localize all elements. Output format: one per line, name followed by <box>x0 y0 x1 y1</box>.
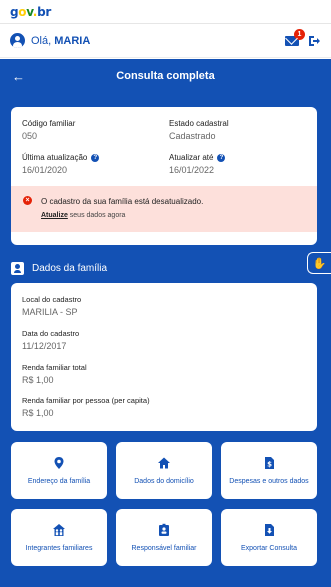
error-icon: × <box>23 196 32 205</box>
tile-integrantes[interactable]: Integrantes familiares <box>11 509 107 566</box>
help-icon[interactable]: ? <box>217 153 226 162</box>
tile-despesas[interactable]: $ Despesas e outros dados <box>221 442 317 499</box>
atualizar-ate-field: Atualizar até? 16/01/2022 <box>169 153 226 175</box>
dollar-file-icon: $ <box>265 457 274 469</box>
estado-cadastral-field: Estado cadastral Cadastrado <box>169 119 229 141</box>
gov-topbar: gov.br <box>0 0 331 24</box>
govbr-logo[interactable]: gov.br <box>10 5 51 19</box>
tile-endereco-familia[interactable]: Endereço da família <box>11 442 107 499</box>
section-title: Dados da família <box>32 262 108 274</box>
logout-icon[interactable] <box>307 34 321 48</box>
codigo-familiar-field: Código familiar 050 <box>22 119 76 141</box>
notification-badge: 1 <box>294 28 305 40</box>
family-data-card: Local do cadastro MARILIA - SP Data do c… <box>11 283 317 431</box>
tile-responsavel[interactable]: Responsável familiar <box>116 509 212 566</box>
home-icon <box>158 457 170 469</box>
page-title: Consulta completa <box>116 70 215 82</box>
help-icon[interactable]: ? <box>91 153 100 162</box>
page-header: ← Consulta completa <box>0 59 331 93</box>
tile-dados-domicilio[interactable]: Dados do domicílio <box>116 442 212 499</box>
id-badge-icon <box>159 523 169 536</box>
renda-total-row: Renda familiar total R$ 1,00 <box>22 363 87 385</box>
alert-message: O cadastro da sua família está desatuali… <box>41 197 204 206</box>
person-card-icon <box>11 261 24 275</box>
ultima-atualizacao-field: Última atualização? 16/01/2020 <box>22 153 100 175</box>
outdated-alert: × O cadastro da sua família está desatua… <box>11 186 317 232</box>
renda-per-capita-row: Renda familiar por pessoa (per capita) R… <box>22 396 150 418</box>
download-file-icon <box>265 524 274 536</box>
family-house-icon <box>53 524 65 536</box>
mail-icon[interactable]: 1 <box>285 28 305 46</box>
main-content: ← Consulta completa Código familiar 050 … <box>0 59 331 587</box>
user-name: MARIA <box>54 34 91 47</box>
update-link[interactable]: Atualize <box>41 212 68 219</box>
tile-exportar[interactable]: Exportar Consulta <box>221 509 317 566</box>
user-bar: Olá, MARIA 1 <box>0 24 331 58</box>
section-dados-familia: Dados da família <box>11 255 317 281</box>
map-pin-icon <box>54 457 64 469</box>
svg-text:$: $ <box>267 461 272 469</box>
user-greeting: Olá, MARIA <box>31 34 91 47</box>
user-avatar-icon[interactable] <box>10 33 25 48</box>
local-cadastro-row: Local do cadastro MARILIA - SP <box>22 295 82 317</box>
data-cadastro-row: Data do cadastro 11/12/2017 <box>22 329 80 351</box>
